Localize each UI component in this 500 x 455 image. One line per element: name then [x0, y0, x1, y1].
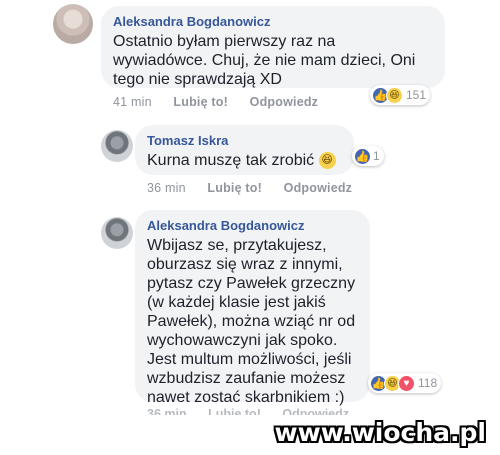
avatar[interactable] — [101, 130, 133, 162]
laughing-emoji-icon: 😆 — [318, 152, 336, 170]
like-button[interactable]: Lubię to! — [173, 95, 228, 109]
reactions-summary[interactable]: 👍 😆 ♥ 118 — [368, 373, 442, 393]
reaction-count: 1 — [373, 149, 380, 163]
comment-time: 41 min — [113, 95, 152, 109]
comment-text: Wbijasz se, przytakujesz, oburzasz się w… — [147, 237, 356, 406]
comment-actions: 36 min Lubię to! Odpowiedz — [147, 407, 407, 415]
reply-button[interactable]: Odpowiedz — [250, 95, 318, 109]
comment-time: 36 min — [147, 181, 186, 195]
avatar[interactable] — [53, 4, 93, 44]
comment-text: Kurna muszę tak zrobić — [147, 152, 315, 169]
reply-button[interactable]: Odpowiedz — [284, 181, 352, 195]
comment-bubble: Aleksandra Bogdanowicz Ostatnio byłam pi… — [101, 6, 445, 88]
reply-button[interactable]: Odpowiedz — [282, 407, 349, 415]
comment-author[interactable]: Aleksandra Bogdanowicz — [147, 218, 358, 233]
like-button[interactable]: Lubię to! — [207, 181, 262, 195]
comment-author[interactable]: Aleksandra Bogdanowicz — [113, 14, 433, 29]
like-button[interactable]: Lubię to! — [208, 407, 261, 415]
comment-author[interactable]: Tomasz Iskra — [147, 133, 342, 148]
comment-actions: 41 min Lubię to! Odpowiedz — [113, 95, 336, 109]
comment-text: Ostatnio byłam pierwszy raz na wywiadówc… — [113, 33, 416, 88]
reaction-count: 151 — [406, 88, 427, 102]
haha-icon: 😆 — [386, 86, 403, 104]
reactions-summary[interactable]: 👍 1 — [352, 146, 384, 166]
love-icon: ♥ — [398, 374, 415, 392]
comment-time: 36 min — [147, 407, 187, 415]
comment-actions: 36 min Lubię to! Odpowiedz — [147, 181, 370, 195]
reaction-count: 118 — [418, 376, 438, 390]
comment-bubble: Aleksandra Bogdanowicz Wbijasz se, przyt… — [135, 210, 370, 406]
avatar[interactable] — [101, 217, 133, 249]
comment-bubble: Tomasz Iskra Kurna muszę tak zrobić 😆 — [135, 125, 354, 175]
like-icon: 👍 — [354, 147, 371, 165]
watermark: www.wiocha.pl — [274, 418, 486, 447]
reactions-summary[interactable]: 👍 😆 151 — [370, 85, 431, 105]
